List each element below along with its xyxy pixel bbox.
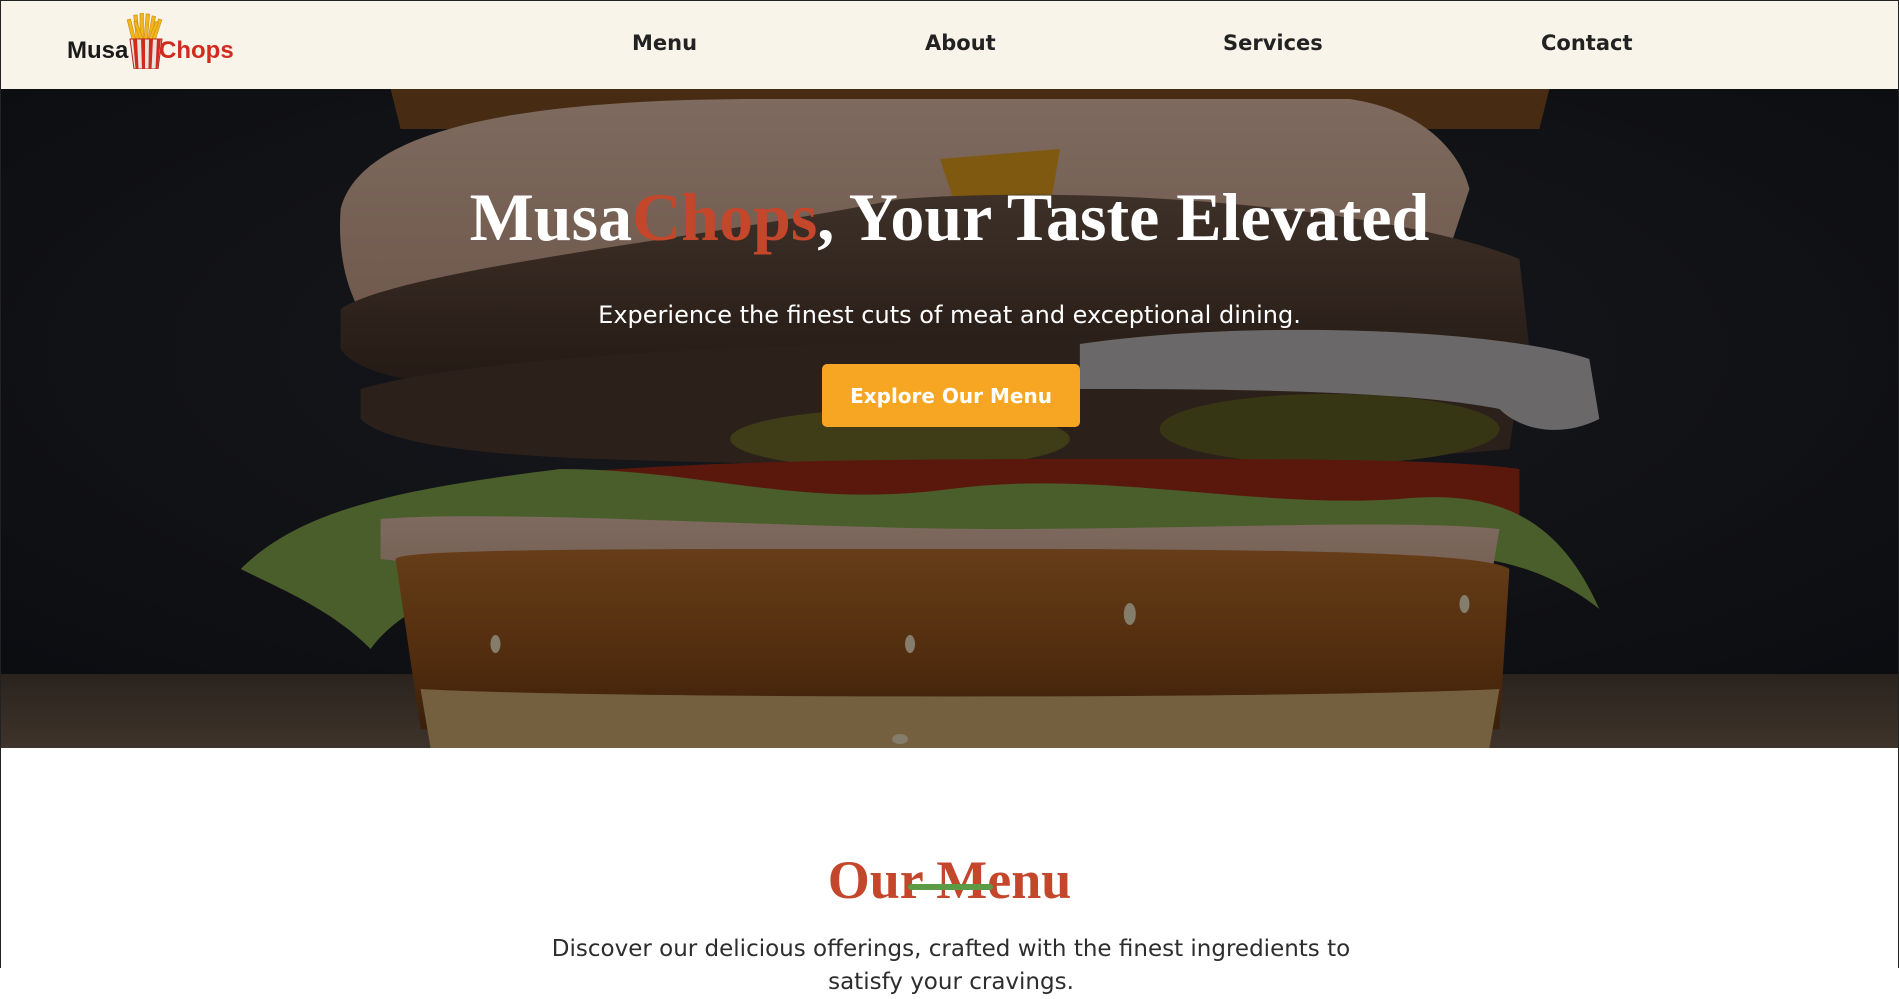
hero-subtitle: Experience the finest cuts of meat and e… <box>598 301 1301 329</box>
nav-link-services[interactable]: Services <box>1223 31 1323 55</box>
nav-link-about[interactable]: About <box>925 31 996 55</box>
menu-section-description: Discover our delicious offerings, crafte… <box>551 936 1351 995</box>
hero-section: MusaChops, Your Taste Elevated Experienc… <box>1 89 1898 748</box>
hero-title-accent: Chops <box>632 178 818 255</box>
menu-section-title: Our Menu <box>827 849 1072 910</box>
hero-title: MusaChops, Your Taste Elevated <box>1 183 1898 251</box>
explore-menu-button[interactable]: Explore Our Menu <box>822 364 1080 427</box>
navbar: Musa Chops Menu About Services Contact <box>1 1 1898 89</box>
main-nav: Menu About Services Contact <box>1 1 1898 89</box>
nav-link-menu[interactable]: Menu <box>632 31 697 55</box>
hero-title-part2: , Your Taste Elevated <box>817 178 1430 255</box>
menu-section: Our Menu Discover our delicious offering… <box>1 748 1898 995</box>
title-underline-divider <box>908 884 993 890</box>
hero-title-part1: Musa <box>469 178 633 255</box>
nav-link-contact[interactable]: Contact <box>1541 31 1633 55</box>
